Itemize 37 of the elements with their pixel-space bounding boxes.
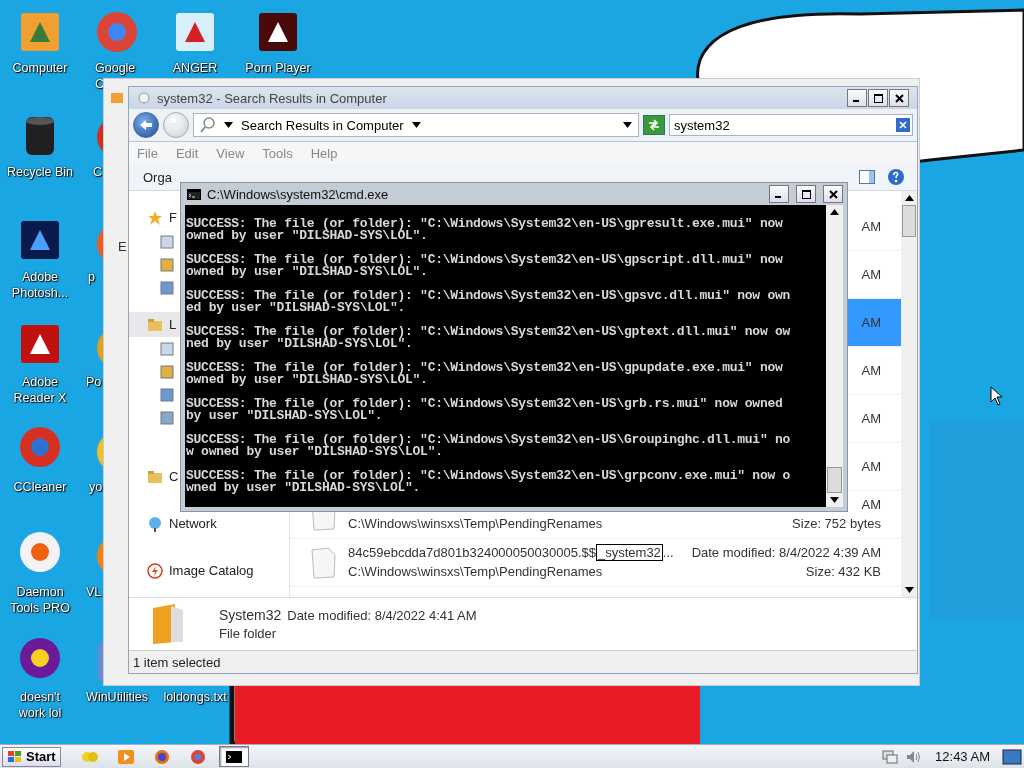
console-line: owned by user "DILSHAD-SYS\LOL". (186, 374, 428, 386)
address-text: Search Results in Computer (241, 117, 404, 133)
console-line: SUCCESS: The file (or folder): "C:\Windows\System32\en-US\gptext.dll.mui" now ow (186, 326, 792, 338)
console-line: SUCCESS: The file (or folder): "C:\Windows\System32\en-US\gpresult.exe.mui" now (186, 218, 784, 230)
console-line: by user "DILSHAD-SYS\LOL". (186, 410, 383, 422)
date-modified: AM (861, 362, 881, 379)
console-line: ned by user "DILSHAD-SYS\LOL". (186, 338, 414, 350)
window-title: system32 - Search Results in Computer (157, 90, 387, 106)
console-line: SUCCESS: The file (or folder): "C:\Windows\System32\en-US\Groupinghc.dll.mui" no (186, 434, 792, 446)
file-name: 84c59ebcdda7d801b324000050030005.$$_system32... (348, 545, 675, 561)
date-modified: AM (861, 266, 881, 283)
console-line: SUCCESS: The file (or folder): "C:\Windows\System32\en-US\gpscript.dll.mui" now (186, 254, 784, 266)
console-line: owned by user "DILSHAD-SYS\LOL". (186, 230, 428, 242)
console-line: SUCCESS: The file (or folder): "C:\Windows\System32\en-US\grpconv.exe.mui" now o (186, 470, 792, 482)
file-size: Size: 432 KB (805, 564, 881, 580)
console-line: w owned by user "DILSHAD-SYS\LOL". (186, 446, 443, 458)
date-modified: AM (861, 218, 881, 235)
console-line: SUCCESS: The file (or folder): "C:\Windows\System32\en-US\gpsvc.dll.mui" now own (186, 290, 792, 302)
console-line: SUCCESS: The file (or folder): "C:\Windows\System32\en-US\grb.rs.mui" now owned (186, 398, 784, 410)
console-line: owned by user "DILSHAD-SYS\LOL". (186, 266, 428, 278)
window-title: C:\Windows\system32\cmd.exe (207, 186, 389, 202)
console-line: wned by user "DILSHAD-SYS\LOL". (186, 482, 421, 494)
folder-type: File folder (219, 626, 278, 641)
date-modified: Date modified: 8/4/2022 4:39 AM (691, 545, 881, 561)
console-line: SUCCESS: The file (or folder): "C:\Windows\System32\en-US\gpupdate.exe.mui" now (186, 362, 784, 374)
file-size: Size: 752 bytes (792, 516, 881, 532)
date-modified: AM (861, 497, 881, 513)
file-path: C:\Windows\winsxs\Temp\PendingRenames (348, 516, 604, 532)
date-modified: AM (861, 458, 881, 475)
folder-name: System32 (219, 607, 282, 623)
date-modified: AM (861, 410, 881, 427)
date-modified: AM (861, 314, 881, 331)
date-modified: Date modified: 8/4/2022 4:41 AM (287, 608, 477, 623)
console-line: ed by user "DILSHAD-SYS\LOL". (186, 302, 405, 314)
file-path: C:\Windows\winsxs\Temp\PendingRenames (348, 564, 604, 580)
nav-label: E (118, 239, 127, 254)
status-text: 1 item selected (133, 654, 221, 670)
